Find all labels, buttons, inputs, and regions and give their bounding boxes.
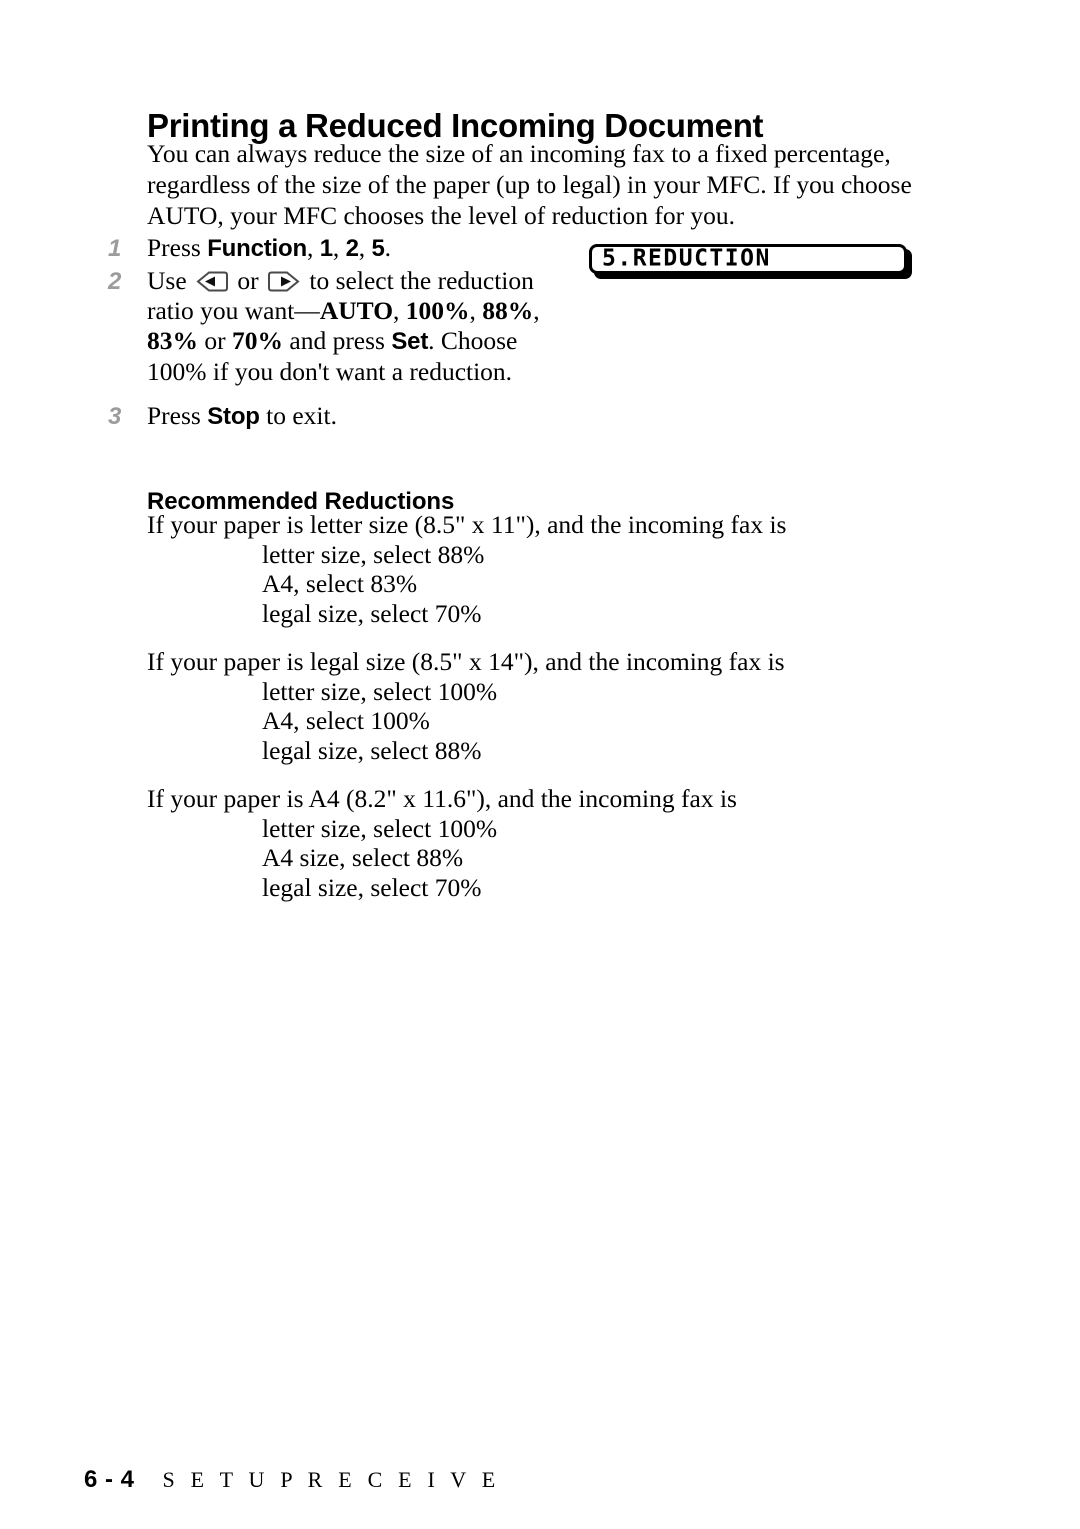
step-1-comma-3: , [358, 233, 372, 262]
option-83-percent: 83% [147, 326, 198, 355]
recommendation-item: A4 size, select 88% [262, 843, 464, 872]
step-2-line1-pre: Use [147, 266, 194, 295]
key-set-label: Set [391, 328, 429, 355]
recommendation-item: letter size, select 88% [262, 539, 485, 569]
lcd-display-text: 5.REDUCTION [602, 245, 771, 272]
key-2-label: 2 [345, 235, 359, 262]
footer-section-name: S E T U P R E C E I V E [162, 1467, 501, 1492]
step-2-line3-mid2: and press [283, 326, 392, 355]
option-100-percent: 100% [405, 296, 470, 325]
intro-line-1: You can always reduce the size of an inc… [147, 139, 891, 168]
document-page: Printing a Reduced Incoming Document You… [0, 0, 1080, 1529]
step-3-pre: Press [147, 401, 208, 430]
intro-line-3: AUTO, your MFC chooses the level of redu… [147, 201, 736, 230]
step-2-line2-post: , [533, 296, 540, 325]
recommendation-lead: If your paper is legal size (8.5" x 14")… [147, 647, 785, 676]
step-1-post: . [384, 233, 392, 262]
recommendation-lead: If your paper is letter size (8.5" x 11"… [147, 510, 787, 539]
key-5-label: 5 [371, 235, 385, 262]
key-1-label: 1 [319, 235, 333, 262]
step-2: 2 Use or to select the reduction ratio y… [108, 266, 578, 387]
recommendation-item: letter size, select 100% [262, 676, 498, 706]
step-1-number: 1 [108, 235, 122, 262]
right-arrow-key-icon [267, 271, 301, 292]
step-3-post: to exit. [259, 401, 337, 430]
intro-line-2: regardless of the size of the paper (up … [147, 170, 912, 199]
recommendation-item: legal size, select 88% [262, 735, 482, 765]
lcd-display: 5.REDUCTION [589, 244, 912, 279]
recommendation-item: legal size, select 70% [262, 598, 482, 628]
step-2-line2-pre: ratio you want— [147, 296, 320, 325]
step-2-text: Use or to select the reduction ratio you… [147, 266, 578, 387]
intro-paragraph: You can always reduce the size of an inc… [147, 138, 937, 231]
step-1-pre: Press [147, 233, 208, 262]
step-1-comma-2: , [332, 233, 346, 262]
recommendation-lead: If your paper is A4 (8.2" x 11.6"), and … [147, 784, 737, 813]
option-auto: AUTO [319, 296, 394, 325]
option-88-percent: 88% [482, 296, 534, 325]
recommendation-item: legal size, select 70% [262, 872, 482, 902]
lcd-display-frame: 5.REDUCTION [589, 244, 907, 274]
step-2-line1-mid: or [231, 266, 266, 295]
recommendations-list: If your paper is letter size (8.5" x 11"… [147, 510, 947, 921]
left-arrow-key-icon [195, 271, 229, 292]
step-3: 3 Press Stop to exit. [108, 401, 578, 432]
step-2-number: 2 [108, 268, 122, 295]
step-1: 1 Press Function, 1, 2, 5. [108, 233, 578, 264]
option-70-percent: 70% [232, 326, 283, 355]
key-function-label: Function [207, 235, 307, 262]
step-1-comma-1: , [306, 233, 320, 262]
step-3-text: Press Stop to exit. [147, 401, 578, 432]
recommendation-group-a4: If your paper is A4 (8.2" x 11.6"), and … [147, 784, 947, 902]
step-2-line3-post: . Choose [428, 326, 518, 355]
footer-page-number: 6 - 4 [84, 1466, 135, 1493]
key-stop-label: Stop [207, 403, 260, 430]
recommendation-group-legal: If your paper is legal size (8.5" x 14")… [147, 647, 947, 765]
procedure-steps: 1 Press Function, 1, 2, 5. 2 Use or to s… [108, 233, 578, 434]
step-1-text: Press Function, 1, 2, 5. [147, 233, 578, 264]
step-3-number: 3 [108, 403, 122, 430]
step-2-sep-2: , [469, 296, 483, 325]
recommendation-item: letter size, select 100% [262, 813, 498, 843]
step-2-line1-post: to select the reduction [303, 266, 534, 295]
recommendation-item: A4, select 83% [262, 569, 418, 598]
step-2-sep-1: , [393, 296, 406, 325]
recommendation-group-letter: If your paper is letter size (8.5" x 11"… [147, 510, 947, 628]
step-2-line-4: 100% if you don't want a reduction. [147, 357, 513, 386]
recommendation-item: A4, select 100% [262, 706, 430, 735]
step-2-line3-mid: or [198, 326, 232, 355]
page-footer: 6 - 4 S E T U P R E C E I V E [84, 1466, 500, 1494]
